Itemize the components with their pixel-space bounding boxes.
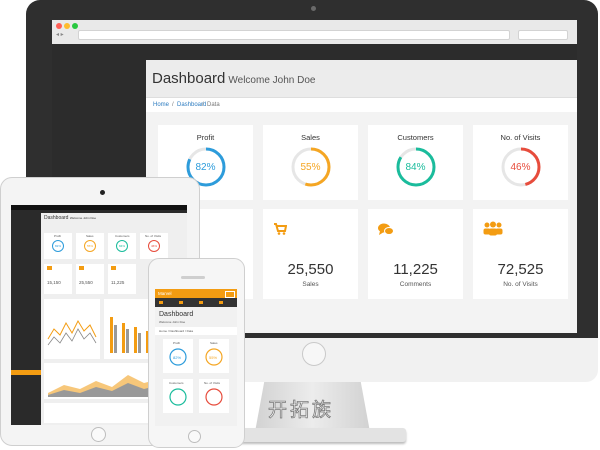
tablet-stat-label: Sales <box>86 234 94 238</box>
value-number: 25,550 <box>287 261 334 278</box>
monitor-base <box>220 428 406 442</box>
phone-stat-percent: 55% <box>209 355 218 360</box>
value-label: Sales <box>302 281 319 288</box>
tablet-stat-card[interactable]: Customers 84% <box>108 233 136 259</box>
tablet-stat-card[interactable]: Sales 55% <box>76 233 104 259</box>
phone-breadcrumb: Home / Dashboard / Data <box>155 327 237 335</box>
phone-stat-card[interactable]: Profit 82% <box>163 339 193 373</box>
phone-toolbar-icon[interactable] <box>179 301 183 304</box>
url-bar[interactable] <box>78 30 510 40</box>
stat-card-label: No. of Visits <box>500 133 541 142</box>
tablet-stat-label: Profit <box>54 234 62 238</box>
phone-toolbar-icon[interactable] <box>199 301 203 304</box>
card-icon <box>47 266 52 270</box>
phone-stat-label: Sales <box>210 341 218 345</box>
stat-percent: 82% <box>195 162 216 173</box>
monitor-camera <box>311 6 316 11</box>
browser-search-bar[interactable] <box>518 30 568 40</box>
comments-icon <box>378 223 394 235</box>
tablet-stat-percent: 82% <box>55 244 62 248</box>
menu-icon[interactable] <box>225 291 235 298</box>
value-number: 11,225 <box>393 261 438 278</box>
tablet-value-card[interactable]: 15,150 <box>44 264 72 294</box>
tablet-line-chart <box>44 299 100 359</box>
back-forward-icon[interactable]: ◂ ▸ <box>56 31 64 38</box>
cart-icon <box>274 223 287 235</box>
tablet-stat-label: No. of Visits <box>145 234 161 238</box>
tablet-home-button <box>91 427 106 442</box>
close-dot-icon[interactable] <box>56 23 62 29</box>
tablet-value-card[interactable]: 11,225 <box>108 264 136 294</box>
phone-stat-label: No. of Visits <box>204 381 220 385</box>
monitor-button <box>302 342 326 366</box>
phone-stat-label: Profit <box>173 341 181 345</box>
value-card-sales[interactable]: 25,550 Sales <box>263 209 358 299</box>
phone-welcome: Welcome John Doe <box>159 320 186 324</box>
breadcrumb: Home / Dashboard / Data <box>146 98 577 112</box>
tablet-value-number: 25,550 <box>79 280 93 285</box>
phone-page-title: Dashboard <box>159 311 194 318</box>
tablet-status-bar <box>11 205 187 210</box>
minimize-dot-icon[interactable] <box>64 23 70 29</box>
phone-toolbar-icon[interactable] <box>219 301 223 304</box>
cart-icon <box>79 266 84 270</box>
tablet-stat-label: Customers <box>115 234 130 238</box>
value-number: 72,525 <box>497 261 544 278</box>
comments-icon <box>111 266 116 270</box>
tablet-stat-percent: 46% <box>151 244 158 248</box>
stat-card-label: Sales <box>301 133 320 142</box>
phone-progress-ring <box>205 388 223 406</box>
phone-speaker <box>181 276 205 279</box>
phone-screen: Marvel Dashboard Welcome John Doe Home /… <box>155 289 237 426</box>
phone-brand: Marvel <box>158 291 172 296</box>
phone-toolbar-icon[interactable] <box>159 301 163 304</box>
stat-card-sales[interactable]: Sales 55% <box>263 125 358 200</box>
browser-toolbar: ◂ ▸ <box>52 20 577 45</box>
breadcrumb-home[interactable]: Home <box>153 102 169 108</box>
page-title: Dashboard Welcome John Doe <box>152 70 316 87</box>
stat-card-customers[interactable]: Customers 84% <box>368 125 463 200</box>
phone-header: Marvel <box>155 289 237 298</box>
value-card-visits[interactable]: 72,525 No. of Visits <box>473 209 568 299</box>
tablet-value-card[interactable]: 25,550 <box>76 264 104 294</box>
welcome-text: Welcome John Doe <box>228 75 316 86</box>
breadcrumb-sep: / <box>172 102 174 108</box>
tablet-value-number: 15,150 <box>47 280 61 285</box>
line-chart-graphic <box>47 319 97 346</box>
stat-percent: 55% <box>300 162 321 173</box>
stat-percent: 84% <box>405 162 426 173</box>
tablet-camera <box>100 190 105 195</box>
dashboard-header: Dashboard Welcome John Doe <box>146 60 577 98</box>
value-label: Comments <box>399 281 432 288</box>
tablet-value-number: 11,225 <box>111 280 125 285</box>
phone-stat-card[interactable]: No. of Visits <box>199 379 229 413</box>
users-icon <box>483 221 503 236</box>
phone-stat-label: Customers <box>169 381 184 385</box>
phone-content: Dashboard Welcome John Doe Home / Dashbo… <box>155 307 237 426</box>
phone-stat-percent: 82% <box>173 355 182 360</box>
tablet-page-title: Dashboard Welcome John Doe <box>44 215 96 221</box>
stat-card-visits[interactable]: No. of Visits 46% <box>473 125 568 200</box>
value-label: No. of Visits <box>503 281 538 288</box>
tablet-stat-card[interactable]: No. of Visits 46% <box>140 233 168 259</box>
phone-progress-ring <box>169 388 187 406</box>
tablet-sidebar-active-item[interactable] <box>11 370 41 375</box>
phone-home-button <box>188 430 201 443</box>
breadcrumb-sep: / <box>202 102 204 108</box>
tablet-welcome: Welcome John Doe <box>69 216 96 220</box>
stat-card-label: Customers <box>397 133 434 142</box>
phone-toolbar <box>155 298 237 307</box>
tablet-stat-card[interactable]: Profit 82% <box>44 233 72 259</box>
phone-breadcrumb-text: Home / Dashboard / Data <box>159 329 194 333</box>
phone-stat-card[interactable]: Customers <box>163 379 193 413</box>
stat-card-label: Profit <box>196 133 215 142</box>
value-card-comments[interactable]: 11,225 Comments <box>368 209 463 299</box>
stat-percent: 46% <box>510 162 531 173</box>
tablet-stat-percent: 55% <box>87 244 94 248</box>
watermark-logo: 开拓族 <box>268 399 335 422</box>
tablet-stat-percent: 84% <box>119 244 126 248</box>
phone-stat-card[interactable]: Sales 55% <box>199 339 229 373</box>
maximize-dot-icon[interactable] <box>72 23 78 29</box>
breadcrumb-current: Data <box>207 102 220 108</box>
